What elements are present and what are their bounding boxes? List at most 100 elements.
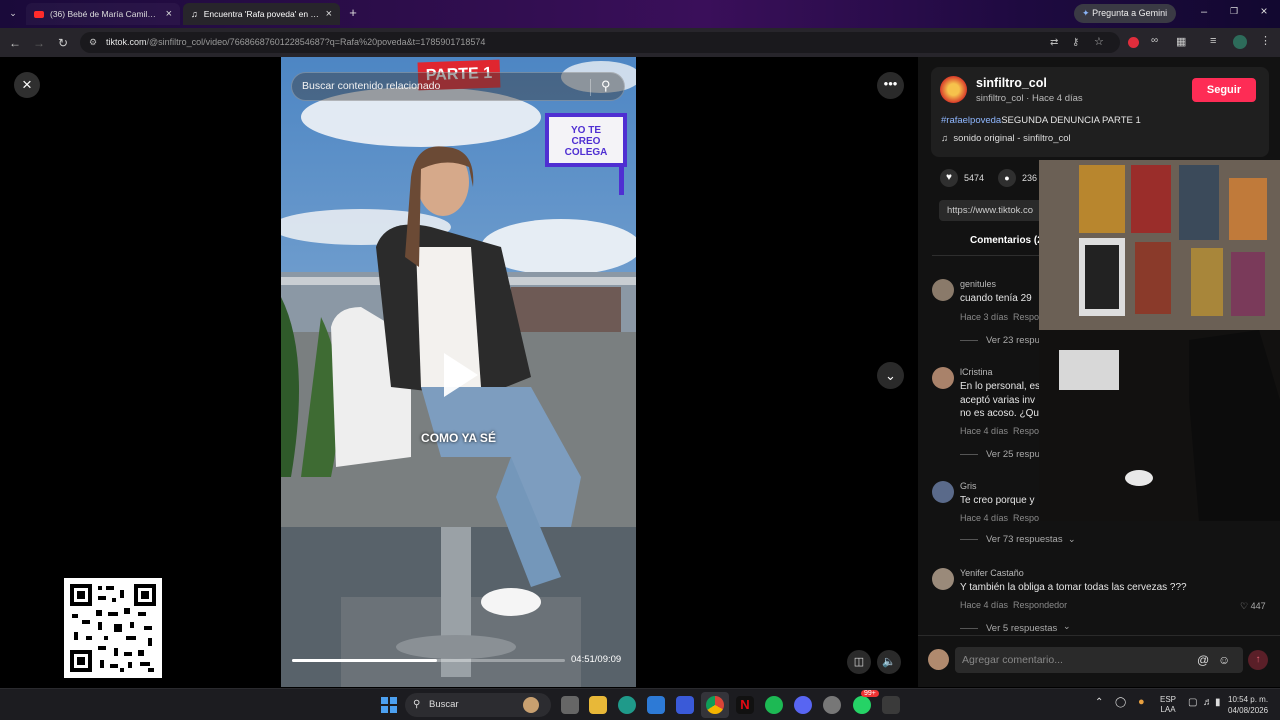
- taskbar-search-label: Buscar: [429, 699, 459, 710]
- address-bar[interactable]: ⚙ tiktok.com/@sinfiltro_col/video/766866…: [80, 32, 1120, 53]
- avatar[interactable]: [932, 367, 954, 389]
- send-button[interactable]: ↑: [1248, 650, 1268, 670]
- reply-link[interactable]: Respondedor: [1013, 600, 1067, 610]
- progress-track[interactable]: [292, 659, 565, 662]
- extensions-puzzle-icon[interactable]: ▦: [1176, 35, 1186, 48]
- comment-input[interactable]: Agregar comentario... @ ☺: [955, 647, 1243, 673]
- site-info-icon[interactable]: ⚙: [89, 32, 97, 53]
- webcam-overlay: [1039, 160, 1280, 521]
- reply-link[interactable]: Respo: [1013, 513, 1039, 523]
- password-key-icon[interactable]: ⚷: [1072, 32, 1079, 53]
- bookmark-star-icon[interactable]: ☆: [1094, 32, 1104, 53]
- chevron-down-icon[interactable]: ⌄: [1063, 621, 1071, 632]
- mention-icon[interactable]: @: [1197, 647, 1209, 673]
- app-dark-icon[interactable]: [882, 696, 900, 714]
- tab-youtube[interactable]: (36) Bebé de María Camila Poto... ×: [26, 3, 180, 25]
- tab-tiktok[interactable]: ♫ Encuentra 'Rafa poveda' en TikT... ×: [183, 3, 340, 25]
- comment-author[interactable]: Yenifer Castaño: [960, 568, 1024, 578]
- battery-icon[interactable]: ▮: [1215, 697, 1221, 708]
- close-viewer-button[interactable]: ×: [14, 72, 40, 98]
- language-indicator[interactable]: ESP LAA: [1160, 695, 1176, 715]
- heart-icon: ♥: [946, 172, 952, 183]
- chevron-down-icon[interactable]: ⌄: [1068, 534, 1076, 545]
- reload-icon[interactable]: ↻: [52, 28, 74, 57]
- view-replies[interactable]: Ver 73 respuestas: [960, 534, 1063, 545]
- hashtag-link[interactable]: #rafaelpoveda: [941, 115, 1001, 126]
- avatar[interactable]: [932, 481, 954, 503]
- reply-link[interactable]: Respo: [1013, 426, 1039, 436]
- more-options-button[interactable]: •••: [877, 72, 904, 99]
- like-button[interactable]: ♥: [940, 169, 958, 187]
- follow-button[interactable]: Seguir: [1192, 78, 1256, 102]
- gemini-label: Pregunta a Gemini: [1092, 8, 1168, 18]
- clock[interactable]: 10:54 p. m. 04/08/2026: [1228, 694, 1268, 716]
- search-icon: ⚲: [413, 699, 421, 710]
- forward-icon[interactable]: →: [28, 28, 50, 57]
- tray-app-icon[interactable]: ◯: [1115, 697, 1126, 708]
- related-search-bar[interactable]: Buscar contenido relacionado ⚲: [291, 72, 625, 101]
- search-icon[interactable]: ⚲: [601, 78, 611, 94]
- heart-icon: ♡: [1240, 601, 1249, 611]
- miniplayer-button[interactable]: ◫: [847, 650, 871, 674]
- avatar[interactable]: [932, 279, 954, 301]
- volume-button[interactable]: 🔈: [877, 650, 901, 674]
- file-explorer-icon[interactable]: [589, 696, 607, 714]
- browser-menu-icon[interactable]: ⋮: [1260, 34, 1271, 47]
- emoji-icon[interactable]: ☺: [1218, 647, 1230, 673]
- close-tab-icon[interactable]: ×: [326, 8, 332, 20]
- search-input[interactable]: Buscar contenido relacionado: [302, 80, 440, 92]
- reply-link[interactable]: Respo: [1013, 312, 1039, 322]
- network-icon[interactable]: ▢: [1188, 697, 1197, 708]
- tab-title: (36) Bebé de María Camila Poto...: [50, 9, 160, 19]
- video-player[interactable]: PARTE 1 Buscar contenido relacionado ⚲ Y…: [281, 57, 636, 687]
- comment-author[interactable]: Gris: [960, 481, 977, 491]
- whatsapp-icon[interactable]: [853, 696, 871, 714]
- play-button[interactable]: [444, 353, 478, 397]
- tab-search-icon[interactable]: ⌄: [6, 6, 20, 20]
- extension-red-icon[interactable]: [1128, 37, 1139, 48]
- comment-author[interactable]: genitules: [960, 279, 996, 289]
- author-avatar[interactable]: [940, 76, 967, 103]
- microphone-icon[interactable]: ●: [1138, 696, 1145, 708]
- maximize-button[interactable]: ❐: [1226, 6, 1242, 20]
- youtube-icon: [34, 10, 44, 18]
- taskbar-search[interactable]: ⚲ Buscar: [405, 693, 551, 717]
- author-username[interactable]: sinfiltro_col: [976, 76, 1047, 90]
- new-tab-button[interactable]: +: [345, 5, 361, 21]
- comment-button[interactable]: ●: [998, 169, 1016, 187]
- next-video-button[interactable]: ⌄: [877, 362, 904, 389]
- tray-expand-icon[interactable]: ⌃: [1095, 697, 1103, 708]
- netflix-icon[interactable]: N: [736, 696, 754, 714]
- comment-author[interactable]: lCristina: [960, 367, 993, 377]
- store-icon[interactable]: [647, 696, 665, 714]
- reading-list-icon[interactable]: ≡: [1210, 35, 1216, 47]
- app-blue-icon[interactable]: [676, 696, 694, 714]
- view-replies[interactable]: Ver 23 respu: [960, 335, 1040, 346]
- edge-icon[interactable]: [618, 696, 636, 714]
- close-window-button[interactable]: ×: [1256, 4, 1272, 20]
- view-replies[interactable]: Ver 5 respuestas: [960, 623, 1057, 634]
- sound-row[interactable]: ♫ sonido original - sinfiltro_col: [941, 133, 1071, 144]
- close-tab-icon[interactable]: ×: [166, 8, 172, 20]
- close-icon: ×: [22, 75, 32, 94]
- gemini-icon: ✦: [1082, 8, 1090, 18]
- comment-like[interactable]: ♡ 447: [1240, 601, 1266, 612]
- profile-avatar[interactable]: [1233, 35, 1247, 49]
- spotify-icon[interactable]: [765, 696, 783, 714]
- discord-icon[interactable]: [794, 696, 812, 714]
- avatar[interactable]: [932, 568, 954, 590]
- task-view-icon[interactable]: [561, 696, 579, 714]
- copy-link-field[interactable]: https://www.tiktok.co: [939, 200, 1049, 221]
- tab-comments[interactable]: Comentarios (2: [970, 235, 1043, 246]
- windows-start-icon[interactable]: [381, 697, 397, 713]
- lang-primary: ESP: [1160, 695, 1177, 704]
- app-circle-icon[interactable]: [823, 696, 841, 714]
- back-icon[interactable]: ←: [4, 28, 26, 57]
- view-replies[interactable]: Ver 25 respu: [960, 449, 1040, 460]
- volume-tray-icon[interactable]: ♬: [1203, 697, 1213, 708]
- minimize-button[interactable]: –: [1196, 6, 1212, 20]
- chrome-icon[interactable]: [706, 696, 724, 714]
- link-extension-icon[interactable]: ∞: [1151, 35, 1158, 46]
- translate-icon[interactable]: ⇄: [1050, 32, 1058, 53]
- gemini-button[interactable]: ✦ Pregunta a Gemini: [1074, 4, 1176, 23]
